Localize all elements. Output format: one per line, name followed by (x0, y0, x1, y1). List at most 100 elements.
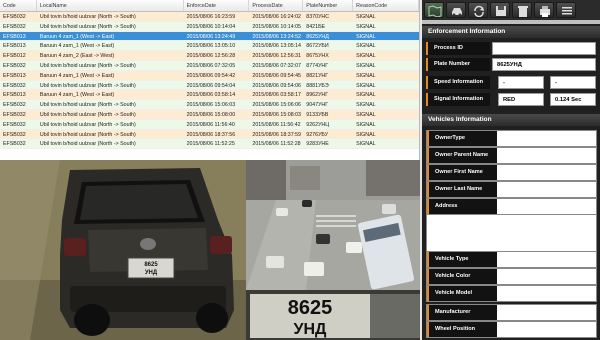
save-icon (496, 6, 506, 16)
cell-processdate: 2015/08/06 16:24:02 (252, 14, 302, 20)
plate-number-field[interactable]: 8625УНД (492, 58, 596, 71)
plate-crop-image: 8625 УНД (246, 290, 420, 340)
car-button[interactable] (446, 2, 466, 18)
vehicle-color-row[interactable]: Vehicle Color (426, 268, 597, 285)
owner-type-label: OwnerType (427, 131, 497, 146)
owner-last-label: Owner Last Name (427, 182, 497, 197)
plate-crop-number: 8625 (288, 297, 333, 319)
list-button[interactable] (556, 2, 576, 18)
process-id-field[interactable] (492, 42, 596, 55)
signal-color-field[interactable]: RED (498, 93, 544, 106)
plate-number-row: Plate Number 8625УНД (422, 58, 600, 72)
cell-platenumber: 9133УБВ (306, 111, 329, 118)
cell-enforcedate: 2015/08/06 15:06:03 (186, 102, 236, 109)
table-row[interactable]: EFSB013 Baruun 4 zam_1 (West -> East) 2015… (0, 41, 419, 52)
toolbar-separator (422, 20, 600, 24)
cell-enforcedate: 2015/08/06 09:54:04 (186, 82, 236, 89)
cell-platenumber: 8625УНД (306, 33, 329, 40)
owner-first-row[interactable]: Owner First Name (426, 164, 597, 181)
cell-processdate: 2015/08/06 09:54:45 (252, 72, 302, 79)
table-row[interactable]: EFSB032 Ubil tovin b/hoid uulzvar (North … (0, 119, 419, 130)
column-header-reasoncode[interactable]: ReasonCode (353, 0, 419, 11)
cell-processdate: 2015/08/06 12:56:31 (252, 53, 302, 60)
cell-processdate: 2015/08/06 07:32:07 (252, 62, 302, 69)
column-header-localname[interactable]: LocalName (37, 0, 184, 11)
enforcement-section-title: Enforcement Information (422, 26, 600, 38)
owner-last-row[interactable]: Owner Last Name (426, 181, 597, 198)
process-id-label: Process ID (426, 42, 490, 55)
table-row[interactable]: EFSB032 Ubil tovin b/hoid uulzvar (North … (0, 139, 419, 150)
wheel-position-row[interactable]: Wheel Position (426, 321, 597, 338)
cell-processdate: 2015/08/06 18:37:59 (252, 131, 302, 138)
cell-reasoncode: SIGNAL (356, 102, 376, 109)
map-icon (428, 5, 442, 17)
owner-parent-label: Owner Parent Name (427, 148, 497, 163)
owner-parent-row[interactable]: Owner Parent Name (426, 147, 597, 164)
table-row[interactable]: EFSB012 Baruun 4 zam_2 (East -> West) 2015… (0, 51, 419, 61)
cell-enforcedate: 2015/08/06 11:56:40 (186, 121, 235, 128)
cell-code: EFSB013 (3, 72, 26, 79)
cell-platenumber: 9047УНГ (306, 102, 329, 109)
save-button[interactable] (490, 2, 510, 18)
signal-time-field[interactable]: 0.124 Sec (550, 93, 596, 106)
cell-localname: Ubil tovin b/hoid uulzvar (North -> Sout… (39, 121, 136, 128)
table-row[interactable]: EFSB032 Ubil tovin b/hoid uulzvar (North … (0, 21, 419, 32)
cell-enforcedate: 2015/08/06 03:58:14 (186, 92, 236, 99)
cell-processdate: 2015/08/06 09:54:06 (252, 82, 302, 89)
plate-crop-suffix: УНД (294, 321, 328, 338)
table-row[interactable]: EFSB013 Baruun 4 zam_1 (West -> East) 2015… (0, 90, 419, 101)
refresh-icon (474, 5, 484, 17)
cell-reasoncode: SIGNAL (356, 92, 376, 99)
cell-localname: Baruun 4 zam_1 (West -> East) (39, 33, 115, 40)
owner-type-row[interactable]: OwnerType (426, 130, 597, 147)
cell-enforcedate: 2015/08/06 11:52:25 (186, 141, 235, 148)
cell-reasoncode: SIGNAL (356, 131, 376, 138)
map-button[interactable] (424, 2, 444, 18)
address-row[interactable]: Address (426, 198, 597, 215)
cell-code: EFSB012 (3, 53, 26, 60)
cell-enforcedate: 2015/08/06 18:37:56 (186, 131, 236, 138)
refresh-button[interactable] (468, 2, 488, 18)
speed-info-label: Speed Information (426, 76, 490, 89)
delete-button[interactable] (512, 2, 532, 18)
cell-reasoncode: SIGNAL (356, 14, 376, 20)
table-row[interactable]: EFSB032 Ubil tovin b/hoid uulzvar (North … (0, 80, 419, 91)
cell-code: EFSB013 (3, 33, 26, 40)
manufacturer-label: Manufacturer (427, 305, 497, 320)
toolbar (422, 0, 600, 20)
cell-platenumber: 8774УНГ (306, 62, 329, 69)
cell-enforcedate: 2015/08/06 16:23:59 (186, 14, 236, 20)
cell-reasoncode: SIGNAL (356, 53, 376, 60)
cell-code: EFSB032 (3, 62, 26, 69)
cell-processdate: 2015/08/06 03:58:17 (252, 92, 302, 99)
table-row-selected[interactable]: EFSB013 Baruun 4 zam_1 (West -> East) 2015… (0, 31, 419, 42)
cell-localname: Ubil tovin b/hoid uulzvar (North -> Sout… (39, 141, 136, 148)
table-row[interactable]: EFSB032 Ubil tovin b/hoid uulzvar (North … (0, 129, 419, 140)
cell-code: EFSB032 (3, 82, 26, 89)
column-header-processdate[interactable]: ProcessDate (249, 0, 304, 11)
speed-limit-field[interactable]: - (550, 76, 596, 89)
column-header-enforcedate[interactable]: EnforceDate (184, 0, 250, 11)
cell-enforcedate: 2015/08/06 10:14:04 (186, 23, 236, 30)
column-header-code[interactable]: Code (0, 0, 37, 11)
manufacturer-row[interactable]: Manufacturer (426, 304, 597, 321)
cell-localname: Baruun 4 zam_1 (West -> East) (39, 72, 115, 79)
cell-reasoncode: SIGNAL (356, 121, 376, 128)
table-row[interactable]: EFSB032 Ubil tovin b/hoid uulzvar (North … (0, 12, 419, 22)
column-header-platenumber[interactable]: PlateNumber (303, 0, 354, 11)
table-row[interactable]: EFSB013 Baruun 4 zam_1 (West -> East) 2015… (0, 70, 419, 81)
cell-localname: Ubil tovin b/hoid uulzvar (North -> Sout… (39, 131, 136, 138)
table-row[interactable]: EFSB032 Ubil tovin b/hoid uulzvar (North … (0, 100, 419, 110)
cell-reasoncode: SIGNAL (356, 141, 376, 148)
cell-reasoncode: SIGNAL (356, 62, 376, 69)
speed-value-field[interactable]: - (498, 76, 544, 89)
cell-reasoncode: SIGNAL (356, 33, 376, 40)
table-row[interactable]: EFSB032 Ubil tovin b/hoid uulzvar (North … (0, 60, 419, 71)
print-button[interactable] (534, 2, 554, 18)
vehicle-type-row[interactable]: Vehicle Type (426, 251, 597, 268)
process-id-row: Process ID (422, 42, 600, 56)
vehicle-model-row[interactable]: Vehicle Model (426, 285, 597, 302)
cell-platenumber: 8421БЕ (306, 23, 326, 30)
table-row[interactable]: EFSB032 Ubil tovin b/hoid uulzvar (North … (0, 109, 419, 120)
cell-localname: Ubil tovin b/hoid uulzvar (North -> Sout… (39, 102, 136, 109)
